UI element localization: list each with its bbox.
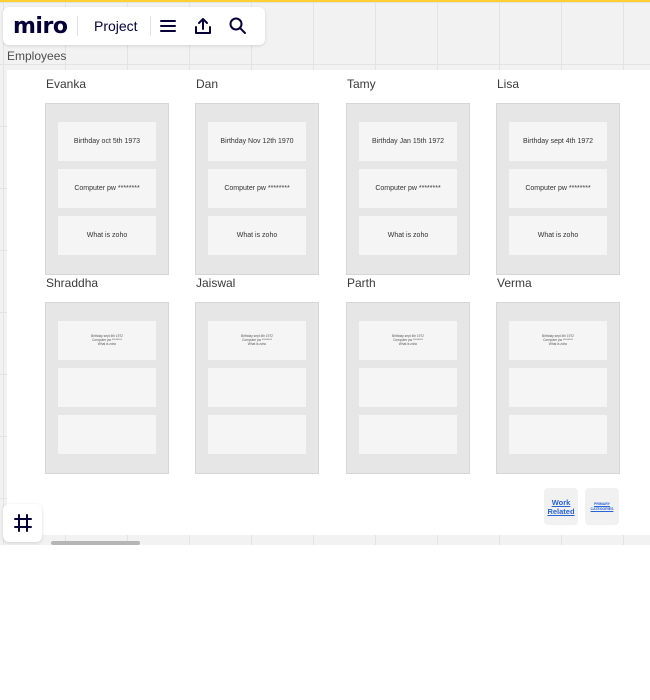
sticky-note[interactable]: Birthday sept 4th 1972 Computer pw *****… <box>359 321 457 360</box>
employee-card[interactable]: Lisa Birthday sept 4th 1972 Computer pw … <box>496 77 620 275</box>
card-name[interactable]: Parth <box>347 276 470 293</box>
primary-categories-sticky[interactable]: PRIMARY CATEGORIES <box>585 488 619 525</box>
project-name[interactable]: Project <box>94 18 138 34</box>
sticky-note[interactable]: Birthday Jan 15th 1972 <box>359 122 457 161</box>
card-name[interactable]: Jaiswal <box>196 276 319 293</box>
sticky-note[interactable] <box>509 415 607 454</box>
employees-frame[interactable]: Evanka Birthday oct 5th 1973 Computer pw… <box>7 70 650 535</box>
card-name[interactable]: Shraddha <box>46 276 169 293</box>
employee-card[interactable]: Dan Birthday Nov 12th 1970 Computer pw *… <box>195 77 319 275</box>
sticky-note[interactable]: Birthday sept 4th 1972 <box>509 122 607 161</box>
sticky-note[interactable]: What is zoho <box>208 216 306 255</box>
card-name[interactable]: Verma <box>497 276 620 293</box>
sticky-note[interactable]: Computer pw ******** <box>509 169 607 208</box>
upload-icon[interactable] <box>186 11 221 41</box>
sticky-note[interactable]: What is zoho <box>58 216 156 255</box>
card-name[interactable]: Lisa <box>497 77 620 94</box>
sticky-note[interactable] <box>359 368 457 407</box>
sticky-note[interactable] <box>359 415 457 454</box>
card-body[interactable]: Birthday sept 4th 1972 Computer pw *****… <box>195 302 319 474</box>
card-body[interactable]: Birthday oct 5th 1973 Computer pw ******… <box>45 103 169 275</box>
sticky-note[interactable] <box>208 415 306 454</box>
frames-icon <box>13 514 32 532</box>
employee-card[interactable]: Parth Birthday sept 4th 1972 Computer pw… <box>346 276 470 474</box>
sticky-note[interactable]: What is zoho <box>509 216 607 255</box>
sticky-note[interactable]: Computer pw ******** <box>359 169 457 208</box>
menu-icon[interactable] <box>151 11 186 41</box>
employee-card[interactable]: Verma Birthday sept 4th 1972 Computer pw… <box>496 276 620 474</box>
top-accent-bar <box>0 0 650 2</box>
top-toolbar: miro Project <box>3 7 265 45</box>
card-name[interactable]: Tamy <box>347 77 470 94</box>
frames-button[interactable] <box>3 504 42 542</box>
card-body[interactable]: Birthday Nov 12th 1970 Computer pw *****… <box>195 103 319 275</box>
card-body[interactable]: Birthday Jan 15th 1972 Computer pw *****… <box>346 103 470 275</box>
card-name[interactable]: Dan <box>196 77 319 94</box>
miro-logo[interactable]: miro <box>13 14 77 39</box>
horizontal-scrollbar[interactable] <box>51 541 140 545</box>
sticky-note[interactable] <box>509 368 607 407</box>
sticky-note[interactable] <box>208 368 306 407</box>
sticky-note[interactable]: Birthday oct 5th 1973 <box>58 122 156 161</box>
sticky-note[interactable]: Computer pw ******** <box>58 169 156 208</box>
toolbar-divider <box>77 16 78 36</box>
sticky-note[interactable]: Birthday sept 4th 1972 Computer pw *****… <box>58 321 156 360</box>
work-related-sticky[interactable]: Work Related <box>544 488 578 525</box>
frame-title[interactable]: Employees <box>7 49 66 63</box>
card-body[interactable]: Birthday sept 4th 1972 Computer pw *****… <box>496 103 620 275</box>
card-body[interactable]: Birthday sept 4th 1972 Computer pw *****… <box>45 302 169 474</box>
sticky-note[interactable]: Birthday sept 4th 1972 Computer pw *****… <box>208 321 306 360</box>
sticky-note[interactable]: What is zoho <box>359 216 457 255</box>
sticky-note[interactable]: Computer pw ******** <box>208 169 306 208</box>
card-body[interactable]: Birthday sept 4th 1972 Computer pw *****… <box>346 302 470 474</box>
employee-card[interactable]: Jaiswal Birthday sept 4th 1972 Computer … <box>195 276 319 474</box>
sticky-note[interactable] <box>58 415 156 454</box>
employee-card[interactable]: Tamy Birthday Jan 15th 1972 Computer pw … <box>346 77 470 275</box>
sticky-note[interactable] <box>58 368 156 407</box>
sticky-note[interactable]: Birthday sept 4th 1972 Computer pw *****… <box>509 321 607 360</box>
employee-card[interactable]: Shraddha Birthday sept 4th 1972 Computer… <box>45 276 169 474</box>
search-icon[interactable] <box>221 11 256 41</box>
card-name[interactable]: Evanka <box>46 77 169 94</box>
sticky-note[interactable]: Birthday Nov 12th 1970 <box>208 122 306 161</box>
board-canvas[interactable]: Employees Evanka Birthday oct 5th 1973 C… <box>0 0 650 545</box>
employee-card[interactable]: Evanka Birthday oct 5th 1973 Computer pw… <box>45 77 169 275</box>
card-body[interactable]: Birthday sept 4th 1972 Computer pw *****… <box>496 302 620 474</box>
